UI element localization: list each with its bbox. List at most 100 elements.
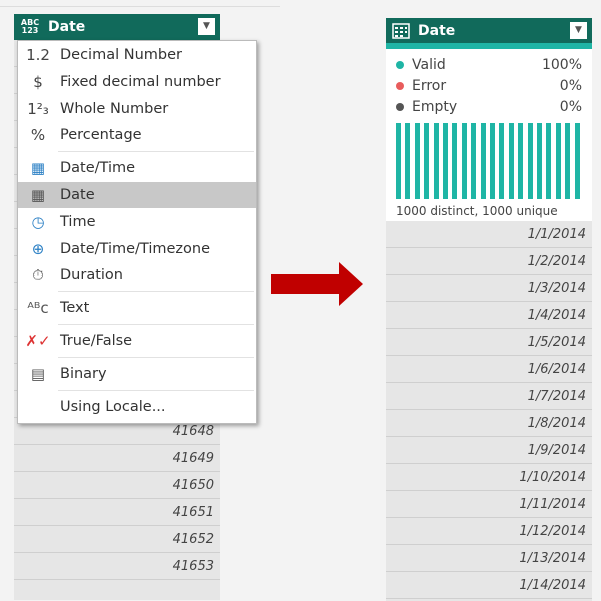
table-row: 1/13/2014 (386, 545, 592, 572)
type-2-icon: 1²₃ (27, 100, 49, 118)
menu-separator (58, 390, 254, 391)
distribution-bar (565, 123, 571, 199)
table-row: 1/7/2014 (386, 383, 592, 410)
distribution-bar (490, 123, 495, 199)
menu-item-duration[interactable]: ⏱ Duration (18, 262, 256, 288)
table-row: 1/9/2014 (386, 437, 592, 464)
menu-item-whole-number[interactable]: 1²₃ Whole Number (18, 96, 256, 122)
column-title: Date (418, 22, 456, 39)
distribution-bar (555, 123, 561, 199)
menu-item-label: Date (60, 187, 95, 203)
menu-item-percentage[interactable]: % Percentage (18, 122, 256, 148)
calendar-icon: ▦ (30, 186, 46, 204)
menu-item-binary[interactable]: ▤ Binary (18, 361, 256, 387)
table-row: 1/5/2014 (386, 329, 592, 356)
menu-item-label: Duration (60, 267, 123, 283)
binary-icon: ▤ (30, 365, 46, 383)
menu-item-label: Time (60, 214, 96, 230)
menu-item-time[interactable]: ◷ Time (18, 209, 256, 235)
distribution-bar (480, 123, 486, 199)
distribution-bar (414, 123, 420, 199)
distribution-bar (508, 123, 514, 199)
quality-value: 0% (559, 99, 582, 115)
table-row: 1/6/2014 (386, 356, 592, 383)
table-row: 1/1/2014 (386, 221, 592, 248)
empty-dot-icon (396, 103, 404, 111)
true-false-icon: ✗✓ (25, 332, 51, 350)
table-row: 1/3/2014 (386, 275, 592, 302)
calendar-icon[interactable] (392, 22, 410, 39)
divider (0, 6, 280, 7)
table-row: 41651 (14, 499, 220, 526)
menu-item-label: Text (60, 300, 90, 316)
text-abc-icon: ᴬᴮc (27, 299, 49, 317)
distribution-bar (527, 123, 533, 199)
column-title: Date (48, 19, 86, 35)
distribution-bar (433, 123, 439, 199)
menu-separator (58, 324, 254, 325)
distribution-bar (537, 123, 542, 199)
menu-item-true-false[interactable]: ✗✓ True/False (18, 328, 256, 354)
globe-clock-icon: ⊕ (31, 240, 45, 258)
quality-valid: Valid 100% (396, 57, 582, 73)
distribution-bar (424, 123, 430, 199)
menu-item-date[interactable]: ▦ Date (18, 182, 256, 208)
menu-item-label: Date/Time (60, 160, 136, 176)
distribution-bar (443, 123, 448, 199)
menu-item-fixed-decimal-number[interactable]: $ Fixed decimal number (18, 69, 256, 95)
quality-error: Error 0% (396, 78, 582, 94)
menu-item-label: Date/Time/Timezone (60, 241, 210, 257)
distribution-bar (499, 123, 505, 199)
menu-item-label: True/False (60, 333, 133, 349)
menu-item-label: Percentage (60, 127, 142, 143)
table-row: 1/10/2014 (386, 464, 592, 491)
distribution-bar (452, 123, 458, 199)
table-row: 1/2/2014 (386, 248, 592, 275)
type-any-icon[interactable]: ABC 123 (18, 19, 42, 35)
distribution-bar (574, 123, 580, 199)
quality-label: Valid (412, 57, 446, 73)
menu-item-label: Binary (60, 366, 107, 382)
left-column-header[interactable]: ABC 123 Date ▼ (14, 14, 220, 40)
table-row: 41650 (14, 472, 220, 499)
menu-item-date-time-timezone[interactable]: ⊕ Date/Time/Timezone (18, 236, 256, 262)
menu-item-text[interactable]: ᴬᴮc Text (18, 295, 256, 321)
distribution-bar (405, 123, 411, 199)
distribution-bar (461, 123, 467, 199)
quality-value: 100% (541, 57, 582, 73)
table-row: 1/8/2014 (386, 410, 592, 437)
type-1-icon: $ (33, 73, 43, 91)
right-column-header[interactable]: Date ▼ (386, 18, 592, 43)
menu-separator (58, 357, 254, 358)
quality-empty: Empty 0% (396, 99, 582, 115)
menu-item-date-time[interactable]: ▦ Date/Time (18, 155, 256, 181)
chevron-down-icon[interactable]: ▼ (198, 18, 215, 35)
type-3-icon: % (30, 126, 46, 144)
menu-separator (58, 151, 254, 152)
distribution-text: 1000 distinct, 1000 unique (396, 204, 558, 218)
chevron-down-icon[interactable]: ▼ (570, 22, 587, 39)
table-row: 41649 (14, 445, 220, 472)
quality-label: Empty (412, 99, 458, 115)
clock-icon: ◷ (31, 213, 45, 231)
distribution-bar (518, 123, 524, 199)
menu-item-using-locale[interactable]: Using Locale... (18, 394, 256, 420)
right-column: 1/1/2014 1/2/2014 1/3/2014 1/4/2014 1/5/2014… (386, 221, 592, 601)
table-row: 1/12/2014 (386, 518, 592, 545)
column-profile: 1000 distinct, 1000 unique Valid 100% Erro… (386, 49, 592, 221)
distribution-bar (546, 123, 552, 199)
datetime-icon: ▦ (30, 159, 46, 177)
table-row: 41653 (14, 553, 220, 580)
quality-value: 0% (559, 78, 582, 94)
menu-item-label: Using Locale... (60, 399, 166, 415)
menu-item-label: Decimal Number (60, 47, 182, 63)
stopwatch-icon: ⏱ (32, 266, 44, 284)
menu-separator (58, 291, 254, 292)
distribution-bar (396, 123, 401, 199)
type-0-icon: 1.2 (26, 46, 50, 64)
arrow-right-icon (271, 262, 363, 306)
distribution-bar (471, 123, 477, 199)
menu-item-decimal-number[interactable]: 1.2 Decimal Number (18, 42, 256, 68)
data-type-menu: 1.2 Decimal Number $ Fixed decimal number 1²… (17, 40, 257, 424)
quality-label: Error (412, 78, 447, 94)
